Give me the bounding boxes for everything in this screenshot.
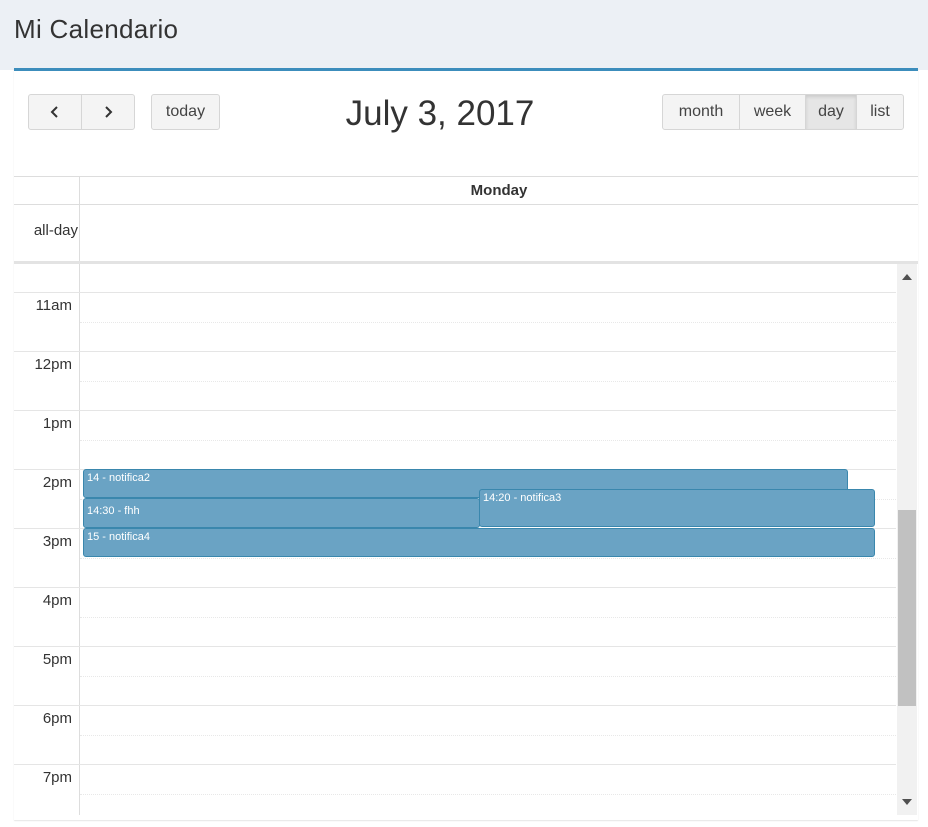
half-hour-line [80,440,896,441]
view-list-button[interactable]: list [856,94,904,130]
chevron-left-icon [50,106,58,118]
calendar-event[interactable]: 15 - notifica4 [83,528,875,557]
half-hour-line [80,381,896,382]
hour-line [14,410,896,411]
calendar-event[interactable]: 14:30 - fhh [83,498,480,528]
time-label: 12pm [34,356,72,373]
scrollbar[interactable] [897,264,917,815]
time-label: 6pm [42,710,72,727]
scroll-up-icon[interactable] [902,274,912,280]
allday-label: all-day [33,222,78,239]
page: Mi Calendario today July 3, 2017 month w… [0,0,928,827]
view-day-button[interactable]: day [805,94,857,130]
grid-line [14,204,918,205]
hour-line [14,705,896,706]
time-label: 1pm [42,415,72,432]
scroll-down-icon[interactable] [902,799,912,805]
hour-line [14,764,896,765]
grid-line [14,176,918,177]
hour-line [14,587,896,588]
half-hour-line [80,617,896,618]
half-hour-line [80,735,896,736]
prev-button[interactable] [28,94,82,130]
hour-line [14,292,896,293]
hour-line [14,646,896,647]
view-week-button[interactable]: week [739,94,806,130]
day-header: Monday [470,182,528,199]
today-button[interactable]: today [151,94,220,130]
time-label: 3pm [42,533,72,550]
calendar-event[interactable]: 14:20 - notifica3 [479,489,875,527]
time-label: 5pm [42,651,72,668]
page-title: Mi Calendario [14,14,179,44]
next-button[interactable] [81,94,135,130]
time-label: 7pm [42,769,72,786]
time-label: 11am [35,297,72,314]
half-hour-line [80,322,896,323]
time-label: 2pm [42,474,72,491]
half-hour-line [80,794,896,795]
half-hour-line [80,676,896,677]
half-hour-line [80,558,896,559]
scrollbar-thumb[interactable] [898,510,916,706]
time-grid[interactable]: 11am 12pm 1pm 2pm 3pm 4pm 5pm 6pm 7pm 14… [14,264,896,815]
chevron-right-icon [105,106,113,118]
hour-line [14,351,896,352]
grid-line [79,264,80,815]
time-label: 4pm [42,592,72,609]
view-month-button[interactable]: month [662,94,740,130]
calendar-title: July 3, 2017 [345,94,535,133]
